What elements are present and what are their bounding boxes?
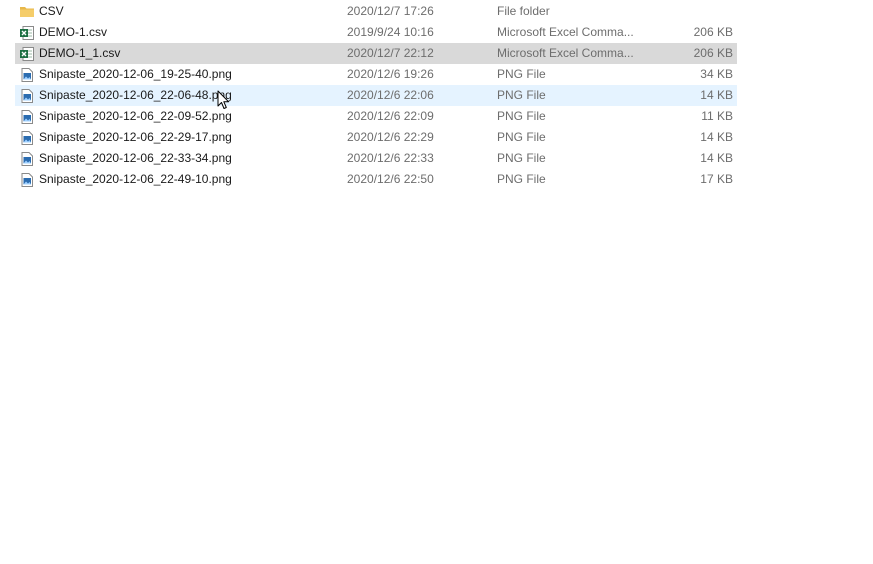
file-row-snipaste-22-09-52[interactable]: Snipaste_2020-12-06_22-09-52.png 2020/12… <box>15 106 737 127</box>
file-size: 14 KB <box>700 151 733 165</box>
file-name: Snipaste_2020-12-06_22-33-34.png <box>39 151 232 165</box>
image-file-icon <box>19 148 35 169</box>
file-type: Microsoft Excel Comma... <box>497 46 634 60</box>
image-file-icon <box>19 169 35 190</box>
image-file-icon <box>19 106 35 127</box>
file-size <box>645 1 733 22</box>
file-size: 206 KB <box>693 25 733 39</box>
file-row-demo-1-1-csv[interactable]: DEMO-1_1.csv 2020/12/7 22:12 Microsoft E… <box>15 43 737 64</box>
image-file-icon <box>19 127 35 148</box>
file-date-modified: 2020/12/6 22:29 <box>347 130 434 144</box>
file-row-csv-folder[interactable]: CSV 2020/12/7 17:26 File folder <box>15 1 737 22</box>
file-size: 34 KB <box>700 67 733 81</box>
file-date-modified: 2020/12/6 22:06 <box>347 88 434 102</box>
file-type: PNG File <box>497 109 546 123</box>
file-row-snipaste-19-25-40[interactable]: Snipaste_2020-12-06_19-25-40.png 2020/12… <box>15 64 737 85</box>
file-date-modified: 2020/12/6 22:09 <box>347 109 434 123</box>
file-list: CSV 2020/12/7 17:26 File folder DEMO-1.c… <box>15 1 737 190</box>
file-size: 14 KB <box>700 130 733 144</box>
file-size: 206 KB <box>693 46 733 60</box>
file-name: DEMO-1_1.csv <box>39 46 121 60</box>
file-size: 14 KB <box>700 88 733 102</box>
file-name: Snipaste_2020-12-06_22-06-48.png <box>39 88 232 102</box>
file-type: PNG File <box>497 172 546 186</box>
file-type: File folder <box>497 4 550 18</box>
file-row-demo-1-csv[interactable]: DEMO-1.csv 2019/9/24 10:16 Microsoft Exc… <box>15 22 737 43</box>
file-name: DEMO-1.csv <box>39 25 108 39</box>
file-row-snipaste-22-06-48[interactable]: Snipaste_2020-12-06_22-06-48.png 2020/12… <box>15 85 737 106</box>
file-type: PNG File <box>497 151 546 165</box>
file-row-snipaste-22-33-34[interactable]: Snipaste_2020-12-06_22-33-34.png 2020/12… <box>15 148 737 169</box>
file-type: PNG File <box>497 67 546 81</box>
image-file-icon <box>19 85 35 106</box>
file-name: Snipaste_2020-12-06_22-29-17.png <box>39 130 232 144</box>
folder-icon <box>19 1 35 22</box>
file-name: Snipaste_2020-12-06_22-09-52.png <box>39 109 232 123</box>
file-date-modified: 2020/12/6 22:33 <box>347 151 434 165</box>
file-row-snipaste-22-29-17[interactable]: Snipaste_2020-12-06_22-29-17.png 2020/12… <box>15 127 737 148</box>
file-date-modified: 2019/9/24 10:16 <box>347 25 434 39</box>
file-size: 11 KB <box>701 109 733 123</box>
file-name: Snipaste_2020-12-06_22-49-10.png <box>39 172 232 186</box>
file-name: Snipaste_2020-12-06_19-25-40.png <box>39 67 232 81</box>
file-date-modified: 2020/12/6 22:50 <box>347 172 434 186</box>
file-date-modified: 2020/12/7 17:26 <box>347 4 434 18</box>
file-type: PNG File <box>497 88 546 102</box>
excel-csv-icon <box>19 22 35 43</box>
file-name: CSV <box>39 4 64 18</box>
file-size: 17 KB <box>700 172 733 186</box>
mouse-pointer-icon <box>217 90 229 109</box>
image-file-icon <box>19 64 35 85</box>
file-type: Microsoft Excel Comma... <box>497 25 634 39</box>
excel-csv-icon <box>19 43 35 64</box>
file-date-modified: 2020/12/6 19:26 <box>347 67 434 81</box>
file-type: PNG File <box>497 130 546 144</box>
file-row-snipaste-22-49-10[interactable]: Snipaste_2020-12-06_22-49-10.png 2020/12… <box>15 169 737 190</box>
file-date-modified: 2020/12/7 22:12 <box>347 46 434 60</box>
